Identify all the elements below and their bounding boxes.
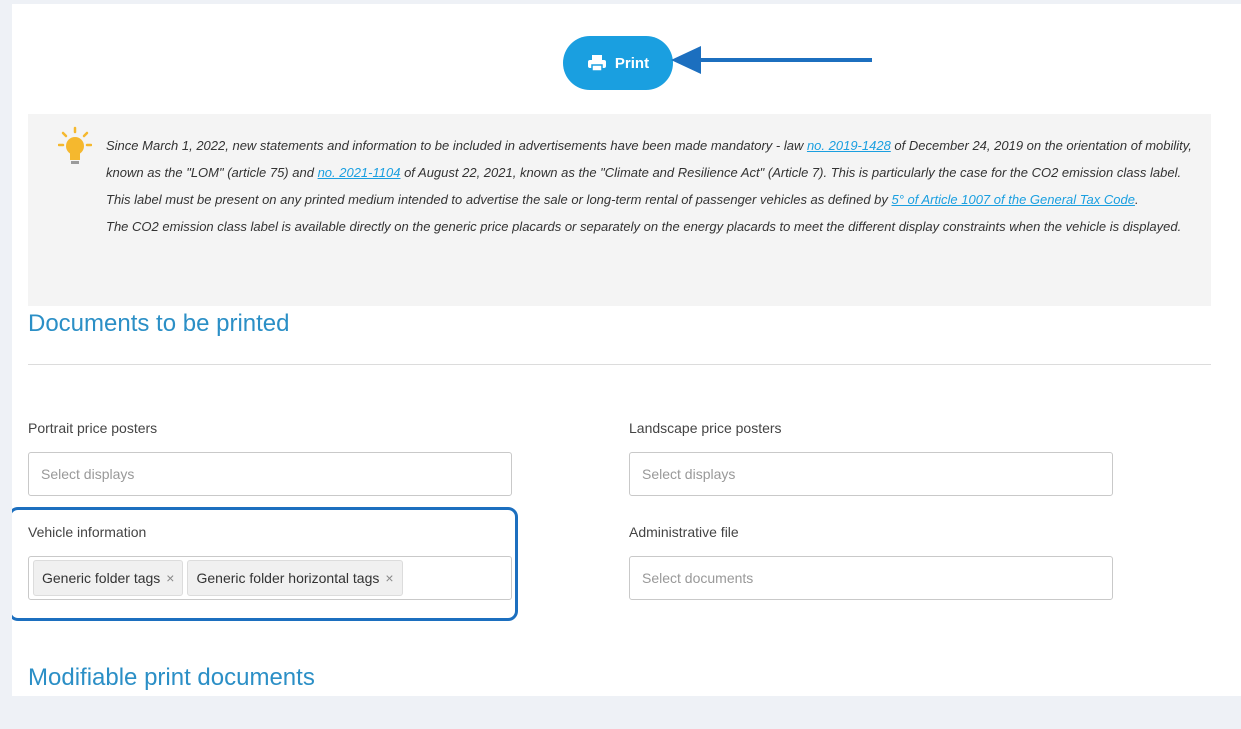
landscape-select[interactable]: Select displays: [629, 452, 1113, 496]
modifiable-section-title: Modifiable print documents: [28, 664, 315, 691]
tag-generic-folder: Generic folder tags ×: [33, 560, 184, 596]
remove-tag-icon[interactable]: ×: [385, 570, 393, 586]
admin-file-label: Administrative file: [629, 524, 739, 540]
info-notice: Since March 1, 2022, new statements and …: [28, 114, 1211, 306]
law-2021-1104-link[interactable]: no. 2021-1104: [318, 165, 401, 180]
portrait-label: Portrait price posters: [28, 420, 158, 436]
lightbulb-icon: [58, 126, 92, 164]
printer-icon: [587, 54, 607, 72]
notice-text: Since March 1, 2022, new statements and …: [106, 132, 1196, 240]
remove-tag-icon[interactable]: ×: [166, 570, 174, 586]
print-button-label: Print: [614, 54, 650, 72]
notice-text-part: .: [1134, 192, 1139, 207]
admin-file-placeholder: Select documents: [642, 570, 754, 586]
tag-label: Generic folder tags: [42, 570, 161, 586]
tag-label: Generic folder horizontal tags: [196, 570, 380, 586]
notice-text-part: Since March 1, 2022, new statements and …: [106, 138, 807, 153]
print-button[interactable]: Print: [563, 36, 673, 90]
admin-file-select[interactable]: Select documents: [629, 556, 1113, 600]
documents-section-title: Documents to be printed: [28, 310, 290, 337]
landscape-label: Landscape price posters: [629, 420, 782, 436]
vehicle-info-label: Vehicle information: [28, 524, 147, 540]
annotation-arrow-icon: [671, 46, 872, 74]
page: Print Since March 1, 2022, new statement…: [12, 4, 1241, 696]
portrait-placeholder: Select displays: [41, 466, 135, 482]
tax-code-link[interactable]: 5° of Article 1007 of the General Tax Co…: [892, 192, 1135, 207]
law-2019-1428-link[interactable]: no. 2019-1428: [807, 138, 891, 153]
portrait-select[interactable]: Select displays: [28, 452, 512, 496]
landscape-placeholder: Select displays: [642, 466, 736, 482]
notice-text-part: The CO2 emission class label is availabl…: [106, 219, 1182, 234]
section-divider: [28, 364, 1211, 365]
vehicle-info-select[interactable]: Generic folder tags × Generic folder hor…: [28, 556, 512, 600]
tag-generic-folder-horizontal: Generic folder horizontal tags ×: [187, 560, 403, 596]
